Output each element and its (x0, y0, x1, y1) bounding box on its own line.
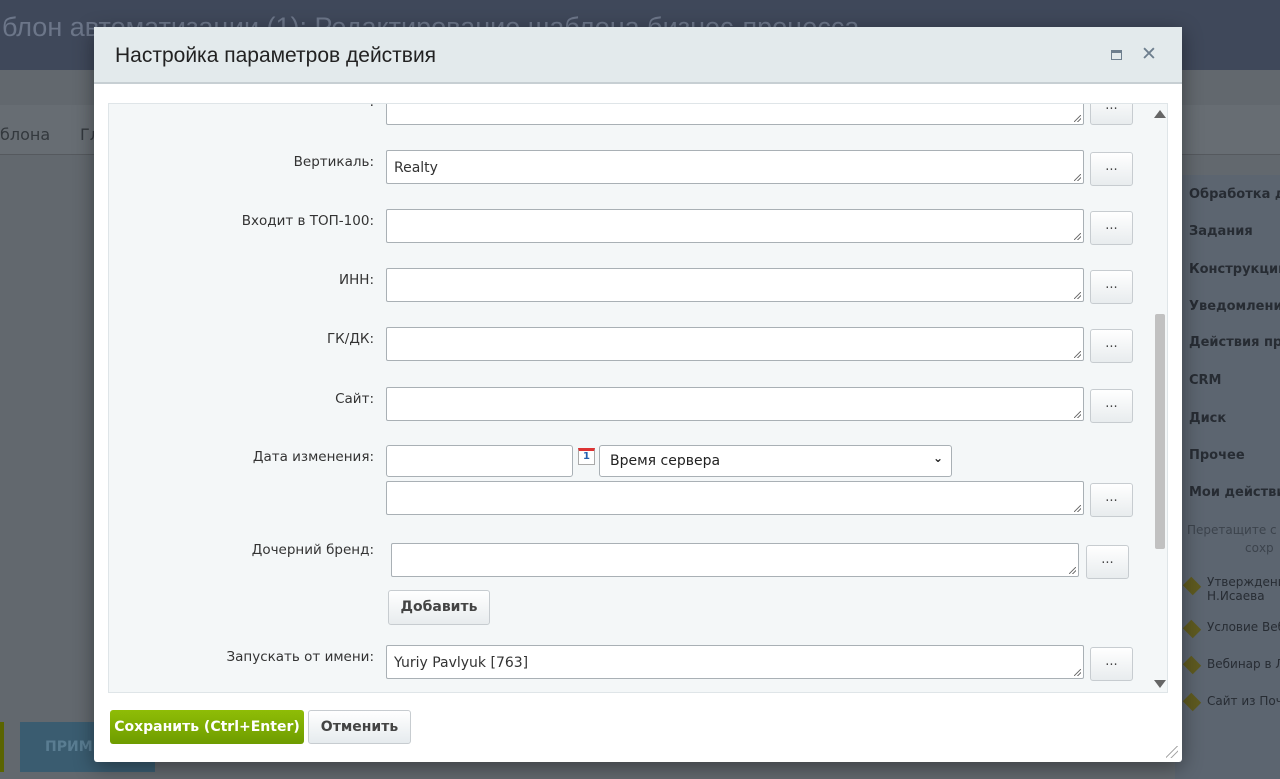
site-field[interactable] (386, 387, 1084, 421)
timezone-value: Время сервера (610, 453, 721, 469)
resize-handle-icon[interactable] (1166, 746, 1178, 758)
timezone-select[interactable]: Время сервера ⌄ (599, 445, 952, 477)
top100-field[interactable] (386, 209, 1084, 243)
sidebar-group[interactable]: Конструкции (1189, 262, 1280, 277)
tab-template[interactable]: блона (0, 125, 50, 144)
date-text-area[interactable] (386, 481, 1084, 515)
scroll-up-icon[interactable] (1154, 110, 1166, 118)
save-button[interactable]: Сохранить (Ctrl+Enter) (110, 710, 304, 744)
field-label-run-as: Запускать от имени: (226, 649, 374, 665)
text-area[interactable] (386, 104, 1084, 125)
run-as-field[interactable]: Yuriy Pavlyuk [763] (386, 645, 1084, 679)
field-label-inn: ИНН: (339, 272, 374, 288)
save-template-button[interactable] (0, 722, 4, 772)
field-label-date: Дата изменения: (252, 449, 374, 465)
action-settings-dialog: Настройка параметров действия ✕ : ... Ве… (94, 27, 1182, 762)
dots-button[interactable]: ... (1090, 647, 1133, 681)
dialog-title: Настройка параметров действия (115, 44, 437, 67)
sidebar-group[interactable]: Мои действи (1189, 485, 1280, 500)
my-action[interactable]: Утверждени Н.Исаева (1207, 575, 1280, 603)
field-label: : (369, 104, 374, 110)
inn-field[interactable] (386, 268, 1084, 302)
close-icon[interactable]: ✕ (1141, 43, 1157, 65)
dots-button[interactable]: ... (1090, 389, 1133, 423)
sidebar-group[interactable]: Прочее (1189, 448, 1245, 463)
my-action[interactable]: Условие Веб (1207, 620, 1280, 634)
sidebar-group[interactable]: Уведомления (1189, 299, 1280, 314)
condition-icon (1182, 619, 1202, 639)
vertical-field[interactable]: Realty (386, 150, 1084, 184)
activity-sidebar: Обработка д Задания Конструкции Уведомле… (1175, 175, 1280, 779)
field-label-gk: ГК/ДК: (326, 331, 374, 347)
sidebar-group[interactable]: Обработка д (1189, 187, 1280, 202)
gk-dk-field[interactable] (386, 327, 1084, 361)
dialog-content: : ... Вертикаль: Realty ... Входит в ТОП… (108, 103, 1168, 693)
scrollbar-thumb[interactable] (1155, 314, 1165, 549)
dots-button[interactable]: ... (1086, 545, 1129, 579)
sidebar-group[interactable]: Диск (1189, 411, 1226, 426)
field-label-child-brand: Дочерний бренд: (251, 542, 374, 558)
dots-button[interactable]: ... (1090, 483, 1133, 517)
sidebar-group[interactable]: CRM (1189, 373, 1222, 388)
condition-icon (1182, 655, 1202, 675)
maximize-icon[interactable] (1111, 50, 1122, 60)
date-input[interactable] (386, 445, 573, 477)
field-label-vertical: Вертикаль: (293, 154, 374, 170)
action-icon (1182, 576, 1202, 596)
my-action[interactable]: Вебинар в Л (1207, 657, 1280, 671)
child-brand-field[interactable] (391, 543, 1079, 577)
dots-button[interactable]: ... (1090, 211, 1133, 245)
dots-button[interactable]: ... (1090, 329, 1133, 363)
dots-button[interactable]: ... (1090, 104, 1133, 125)
chevron-down-icon: ⌄ (932, 451, 943, 465)
dialog-header[interactable]: Настройка параметров действия ✕ (94, 27, 1182, 84)
dots-button[interactable]: ... (1090, 270, 1133, 304)
drag-hint: сохр (1245, 541, 1274, 555)
sidebar-group[interactable]: Действия пр (1189, 335, 1280, 350)
scrollbar[interactable] (1151, 104, 1167, 692)
add-button[interactable]: Добавить (388, 590, 490, 625)
scroll-down-icon[interactable] (1154, 680, 1166, 688)
field-label-top100: Входит в ТОП-100: (241, 213, 374, 229)
condition-icon (1182, 692, 1202, 712)
my-action[interactable]: Сайт из Поч (1207, 694, 1280, 708)
dots-button[interactable]: ... (1090, 152, 1133, 186)
cancel-button[interactable]: Отменить (308, 710, 411, 744)
calendar-icon[interactable]: 1 (578, 448, 595, 465)
field-label-site: Сайт: (335, 391, 374, 407)
drag-hint: Перетащите с (1187, 523, 1277, 537)
sidebar-group[interactable]: Задания (1189, 224, 1253, 239)
